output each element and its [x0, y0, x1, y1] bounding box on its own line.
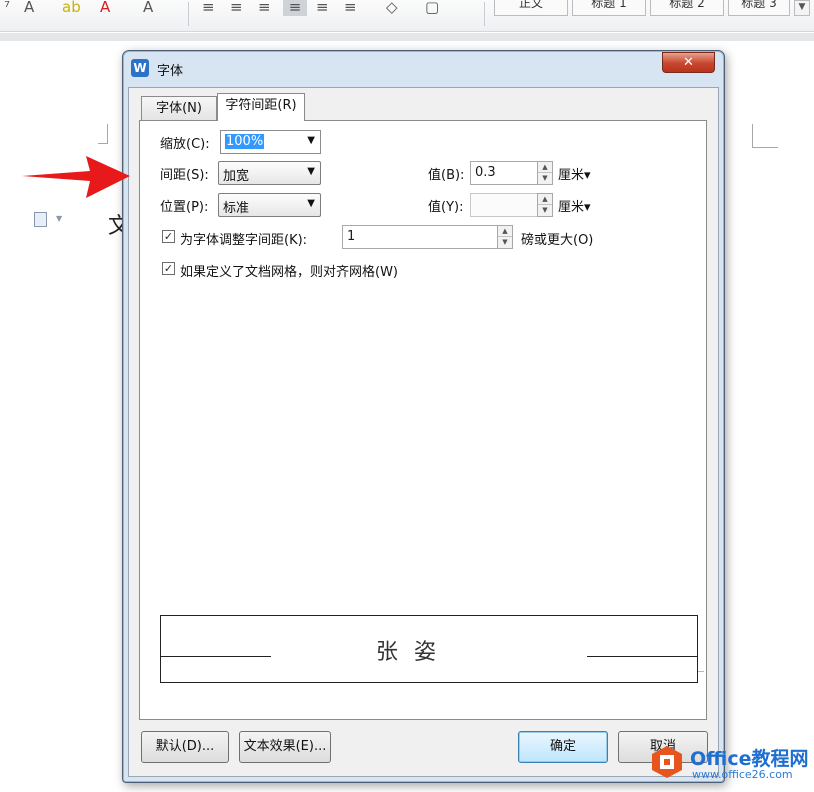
kerning-label: 为字体调整字间距(K): — [180, 233, 308, 248]
close-button[interactable]: ✕ — [662, 52, 715, 73]
kerning-checkbox[interactable]: ✓ — [162, 230, 175, 243]
position-spinner[interactable]: ▲ ▼ — [537, 193, 553, 217]
spin-down-icon[interactable]: ▼ — [538, 173, 552, 184]
document-icon[interactable] — [34, 212, 47, 227]
scale-label: 缩放(C): — [160, 137, 210, 152]
kerning-input[interactable]: 1 — [342, 225, 498, 249]
chevron-down-icon[interactable]: ▼ — [794, 0, 810, 16]
style-normal[interactable]: 正文 — [494, 0, 568, 16]
position-label: 位置(P): — [160, 200, 209, 215]
spacing-by-label: 值(B): — [428, 168, 465, 183]
preview-box: 张姿 — [160, 615, 698, 683]
highlight-icon[interactable]: ab — [62, 0, 81, 16]
position-by-input[interactable] — [470, 193, 538, 217]
checkmark-icon: ✓ — [163, 262, 174, 275]
chevron-down-icon[interactable]: ▼ — [56, 214, 62, 223]
spin-up-icon[interactable]: ▲ — [538, 162, 552, 173]
office-logo-icon — [652, 746, 682, 778]
position-value: 标准 — [223, 201, 250, 216]
scale-value: 100% — [225, 134, 265, 149]
spin-up-icon[interactable]: ▲ — [498, 226, 512, 237]
shading-icon[interactable]: ◇ — [386, 0, 398, 16]
ruler-strip — [0, 33, 814, 41]
scale-combobox[interactable]: 100% ▼ — [220, 130, 321, 154]
border-icon[interactable]: ▢ — [425, 0, 439, 16]
dialog-client-area: 字体(N) 字符间距(R) 缩放(C): 100% ▼ 间距(S): 加宽 ▼ … — [128, 87, 719, 777]
spin-up-icon[interactable]: ▲ — [538, 194, 552, 205]
spacing-by-value: 0.3 — [475, 165, 496, 180]
preview-baseline — [161, 656, 271, 657]
text-effects-button[interactable]: 文本效果(E)... — [239, 731, 331, 763]
style-heading-2[interactable]: 标题 2 — [650, 0, 724, 16]
position-dropdown[interactable]: 标准 ▼ — [218, 193, 321, 217]
spacing-value: 加宽 — [223, 169, 250, 184]
page-corner-marker — [98, 124, 108, 144]
spacing-dropdown[interactable]: 加宽 ▼ — [218, 161, 321, 185]
dialog-title: 字体 — [157, 64, 184, 79]
watermark-url: www.office26.com — [692, 768, 793, 781]
line-spacing-icon[interactable]: ≡ — [344, 0, 357, 16]
preview-text: 张姿 — [376, 640, 453, 665]
checkmark-icon: ✓ — [163, 230, 174, 243]
spacing-by-input[interactable]: 0.3 — [470, 161, 538, 185]
snap-grid-label: 如果定义了文档网格，则对齐网格(W) — [180, 265, 398, 280]
chevron-down-icon: ▼ — [307, 198, 315, 209]
tab-character-spacing[interactable]: 字符间距(R) — [217, 93, 305, 121]
spin-down-icon[interactable]: ▼ — [498, 237, 512, 248]
spacing-unit-dropdown[interactable]: 厘米▾ — [558, 164, 591, 183]
font-size-icon[interactable]: A — [24, 0, 34, 16]
kerning-value: 1 — [347, 229, 356, 244]
justify-icon[interactable]: ≡ — [283, 0, 307, 16]
font-dialog: W 字体 ✕ 字体(N) 字符间距(R) 缩放(C): 100% ▼ 间距(S)… — [122, 50, 725, 783]
spacing-spinner[interactable]: ▲ ▼ — [537, 161, 553, 185]
ribbon-separator — [188, 2, 189, 26]
ribbon-separator — [484, 2, 485, 26]
char-shading-icon[interactable]: A — [143, 0, 153, 16]
watermark-title: Office教程网 — [690, 748, 809, 770]
style-heading-3[interactable]: 标题 3 — [728, 0, 790, 16]
distribute-icon[interactable]: ≡ — [316, 0, 329, 16]
page-corner-marker — [752, 124, 778, 148]
spin-down-icon[interactable]: ▼ — [538, 205, 552, 216]
preview-baseline — [587, 656, 697, 657]
default-button[interactable]: 默认(D)... — [141, 731, 229, 763]
align-left-icon[interactable]: ≡ — [202, 0, 215, 16]
tab-panel: 缩放(C): 100% ▼ 间距(S): 加宽 ▼ 值(B): 0.3 ▲ ▼ … — [139, 120, 707, 720]
chevron-down-icon[interactable]: ▼ — [307, 135, 315, 146]
align-center-icon[interactable]: ≡ — [230, 0, 243, 16]
spacing-label: 间距(S): — [160, 168, 209, 183]
snap-grid-checkbox[interactable]: ✓ — [162, 262, 175, 275]
ok-button[interactable]: 确定 — [518, 731, 608, 763]
kerning-spinner[interactable]: ▲ ▼ — [497, 225, 513, 249]
tab-font[interactable]: 字体(N) — [141, 96, 217, 121]
red-arrow-icon — [22, 156, 130, 198]
position-unit-dropdown[interactable]: 厘米▾ — [558, 196, 591, 215]
close-icon: ✕ — [683, 55, 694, 70]
ribbon-toolbar: ⁷ A ab A A ≡ ≡ ≡ ≡ ≡ ≡ ◇ ▢ 正文 标题 1 标题 2 … — [0, 0, 814, 32]
align-right-icon[interactable]: ≡ — [258, 0, 271, 16]
kerning-suffix: 磅或更大(O) — [521, 233, 594, 248]
ribbon-icon[interactable]: ⁷ — [4, 0, 10, 16]
font-color-icon[interactable]: A — [100, 0, 110, 16]
dialog-titlebar[interactable]: W 字体 ✕ — [123, 51, 724, 87]
style-heading-1[interactable]: 标题 1 — [572, 0, 646, 16]
wps-logo-icon: W — [131, 59, 149, 77]
position-by-label: 值(Y): — [428, 200, 464, 215]
chevron-down-icon: ▼ — [307, 166, 315, 177]
